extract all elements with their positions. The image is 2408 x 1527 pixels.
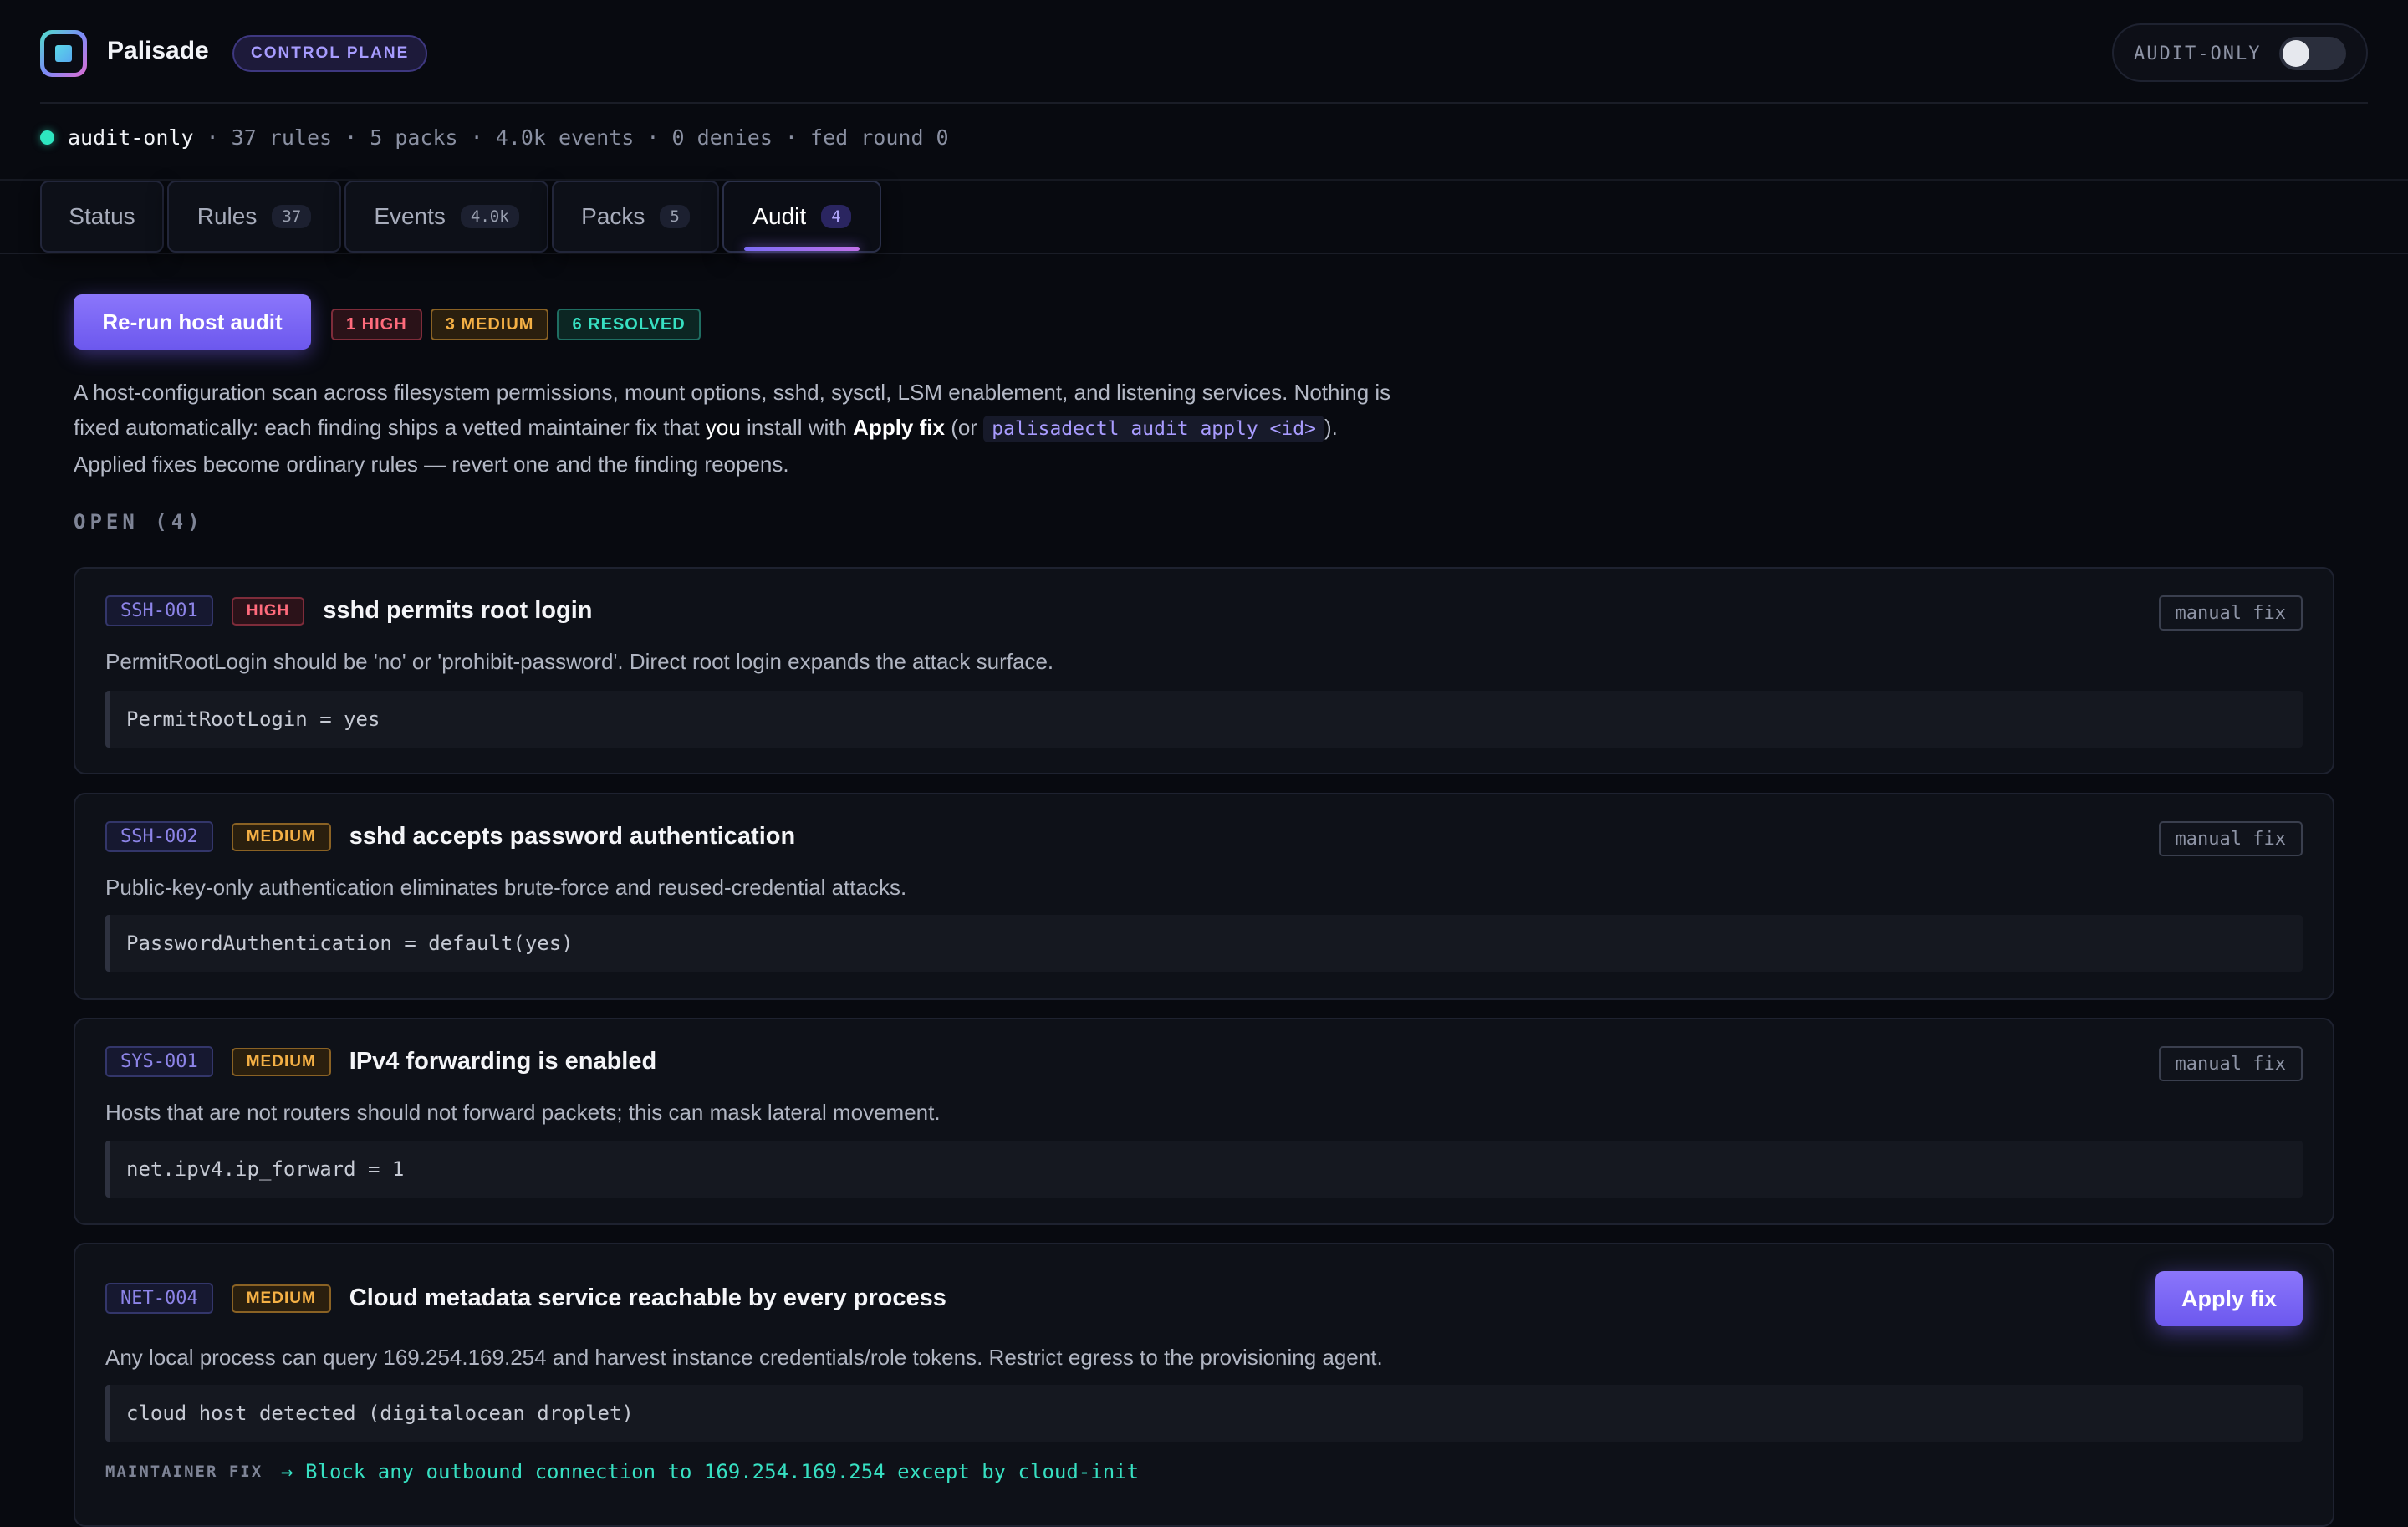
tab-label: Packs bbox=[581, 203, 645, 229]
severity-badge: MEDIUM bbox=[231, 1047, 331, 1076]
status-line: audit-only · 37 rules · 5 packs · 4.0k e… bbox=[40, 125, 949, 150]
status-dot-icon bbox=[40, 130, 54, 145]
audit-only-switch[interactable] bbox=[2279, 37, 2346, 70]
finding-title: sshd accepts password authentication bbox=[349, 823, 796, 850]
severity-badge: MEDIUM bbox=[231, 1284, 331, 1313]
maintainer-fix: MAINTAINER FIX → Block any outbound conn… bbox=[105, 1460, 1139, 1484]
tab-label: Audit bbox=[752, 203, 807, 229]
tab-bar: Status Rules 37 Events 4.0k Packs 5 Audi… bbox=[0, 179, 2408, 254]
apply-fix-button[interactable]: Apply fix bbox=[2155, 1271, 2303, 1326]
finding-title: sshd permits root login bbox=[323, 597, 593, 624]
tab-count: 4.0k bbox=[460, 205, 519, 228]
manual-fix-label: manual fix bbox=[2158, 1046, 2303, 1081]
switch-knob bbox=[2283, 40, 2309, 67]
finding-id: NET-004 bbox=[105, 1283, 213, 1314]
audit-only-toggle[interactable]: AUDIT-ONLY bbox=[2112, 23, 2368, 82]
audit-description: A host-configuration scan across filesys… bbox=[74, 375, 1395, 482]
cli-command: palisadectl audit apply <id> bbox=[983, 416, 1324, 442]
finding-description: Public-key-only authentication eliminate… bbox=[105, 875, 907, 900]
tab-label: Status bbox=[69, 203, 135, 229]
tab-label: Rules bbox=[196, 203, 258, 229]
finding-id: SSH-001 bbox=[105, 595, 213, 626]
finding-description: Any local process can query 169.254.169.… bbox=[105, 1345, 1383, 1370]
tab-count: 4 bbox=[821, 205, 851, 228]
resolved-count-badge: 6 RESOLVED bbox=[557, 309, 701, 340]
manual-fix-label: manual fix bbox=[2158, 821, 2303, 856]
severity-summary: 1 HIGH 3 MEDIUM 6 RESOLVED bbox=[331, 309, 701, 340]
active-tab-indicator bbox=[744, 247, 860, 251]
tab-events[interactable]: Events 4.0k bbox=[344, 181, 548, 253]
tab-status[interactable]: Status bbox=[40, 181, 164, 253]
intro-you: you bbox=[705, 415, 741, 440]
tab-audit[interactable]: Audit 4 bbox=[722, 181, 881, 253]
finding-evidence: PermitRootLogin = yes bbox=[105, 691, 2303, 748]
maintainer-fix-label: MAINTAINER FIX bbox=[105, 1463, 263, 1481]
finding-evidence: net.ipv4.ip_forward = 1 bbox=[105, 1141, 2303, 1198]
status-mode: audit-only bbox=[68, 125, 194, 150]
manual-fix-label: manual fix bbox=[2158, 595, 2303, 631]
finding-evidence: PasswordAuthentication = default(yes) bbox=[105, 915, 2303, 972]
rerun-host-audit-button[interactable]: Re-run host audit bbox=[74, 294, 311, 350]
finding-title: Cloud metadata service reachable by ever… bbox=[349, 1284, 946, 1311]
audit-only-label: AUDIT-ONLY bbox=[2134, 43, 2262, 64]
severity-badge: HIGH bbox=[231, 596, 305, 626]
app-header: Palisade CONTROL PLANE AUDIT-ONLY bbox=[40, 22, 2368, 104]
control-plane-badge: CONTROL PLANE bbox=[232, 35, 428, 72]
status-summary: · 37 rules · 5 packs · 4.0k events · 0 d… bbox=[193, 125, 949, 150]
finding-description: PermitRootLogin should be 'no' or 'prohi… bbox=[105, 649, 1054, 674]
severity-badge: MEDIUM bbox=[231, 822, 331, 851]
finding-description: Hosts that are not routers should not fo… bbox=[105, 1100, 941, 1125]
finding-id: SYS-001 bbox=[105, 1046, 213, 1077]
tab-label: Events bbox=[374, 203, 446, 229]
intro-apply-fix: Apply fix bbox=[853, 415, 945, 440]
finding-card: SSH-002 MEDIUM sshd accepts password aut… bbox=[74, 793, 2334, 1000]
tab-packs[interactable]: Packs 5 bbox=[552, 181, 719, 253]
finding-title: IPv4 forwarding is enabled bbox=[349, 1048, 657, 1075]
intro-text: install with bbox=[740, 415, 854, 440]
finding-id: SSH-002 bbox=[105, 821, 213, 852]
palisade-logo-icon bbox=[40, 30, 87, 77]
tab-count: 5 bbox=[660, 205, 690, 228]
finding-card: NET-004 MEDIUM Cloud metadata service re… bbox=[74, 1243, 2334, 1527]
finding-card: SYS-001 MEDIUM IPv4 forwarding is enable… bbox=[74, 1018, 2334, 1225]
tab-count: 37 bbox=[272, 205, 312, 228]
app-name: Palisade bbox=[107, 37, 209, 64]
open-section-title: OPEN (4) bbox=[74, 510, 204, 534]
finding-card: SSH-001 HIGH sshd permits root login man… bbox=[74, 567, 2334, 774]
maintainer-fix-text: → Block any outbound connection to 169.2… bbox=[281, 1460, 1140, 1484]
intro-text: (or bbox=[944, 415, 984, 440]
tab-rules[interactable]: Rules 37 bbox=[167, 181, 341, 253]
medium-count-badge: 3 MEDIUM bbox=[430, 309, 549, 340]
high-count-badge: 1 HIGH bbox=[331, 309, 422, 340]
finding-evidence: cloud host detected (digitalocean drople… bbox=[105, 1385, 2303, 1442]
